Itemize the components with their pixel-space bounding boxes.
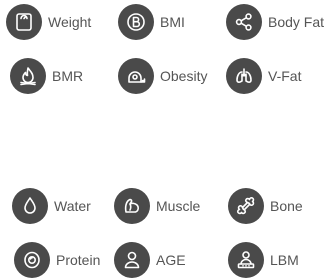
flexed-arm-icon <box>114 188 150 224</box>
bone-icon <box>228 188 264 224</box>
metric-label-lbm: LBM <box>270 252 299 268</box>
metric-label-obesity: Obesity <box>160 68 208 84</box>
metric-label-weight: Weight <box>48 14 92 30</box>
lungs-icon <box>226 58 262 94</box>
metric-label-muscle: Muscle <box>156 198 201 214</box>
metric-lbm[interactable]: LBM <box>228 240 299 280</box>
metric-bmr[interactable]: BMR <box>10 56 83 96</box>
scale-icon <box>6 4 42 40</box>
metric-body-fat[interactable]: Body Fat <box>226 2 324 42</box>
person-icon <box>114 242 150 278</box>
metric-label-water: Water <box>54 198 91 214</box>
metric-v-fat[interactable]: V-Fat <box>226 56 301 96</box>
flame-icon <box>10 58 46 94</box>
person-on-scale-icon <box>228 242 264 278</box>
metric-label-bmr: BMR <box>52 68 84 84</box>
metric-label-v-fat: V-Fat <box>268 68 302 84</box>
protein-egg-icon <box>14 242 50 278</box>
bmi-b-icon <box>118 4 154 40</box>
metric-water[interactable]: Water <box>12 186 91 226</box>
metric-label-body-fat: Body Fat <box>268 14 325 30</box>
body-metrics-grid: Weight BMI Body Fat BMR Obesity V-Fat Wa… <box>0 0 334 280</box>
tape-measure-icon <box>118 58 154 94</box>
metric-label-bone: Bone <box>270 198 303 214</box>
metric-muscle[interactable]: Muscle <box>114 186 200 226</box>
metric-bone[interactable]: Bone <box>228 186 303 226</box>
water-drop-icon <box>12 188 48 224</box>
metric-protein[interactable]: Protein <box>14 240 100 280</box>
metric-label-age: AGE <box>156 252 186 268</box>
share-nodes-icon <box>226 4 262 40</box>
metric-label-bmi: BMI <box>160 14 185 30</box>
metric-age[interactable]: AGE <box>114 240 186 280</box>
metric-obesity[interactable]: Obesity <box>118 56 207 96</box>
metric-bmi[interactable]: BMI <box>118 2 185 42</box>
metric-label-protein: Protein <box>56 252 101 268</box>
metric-weight[interactable]: Weight <box>6 2 91 42</box>
